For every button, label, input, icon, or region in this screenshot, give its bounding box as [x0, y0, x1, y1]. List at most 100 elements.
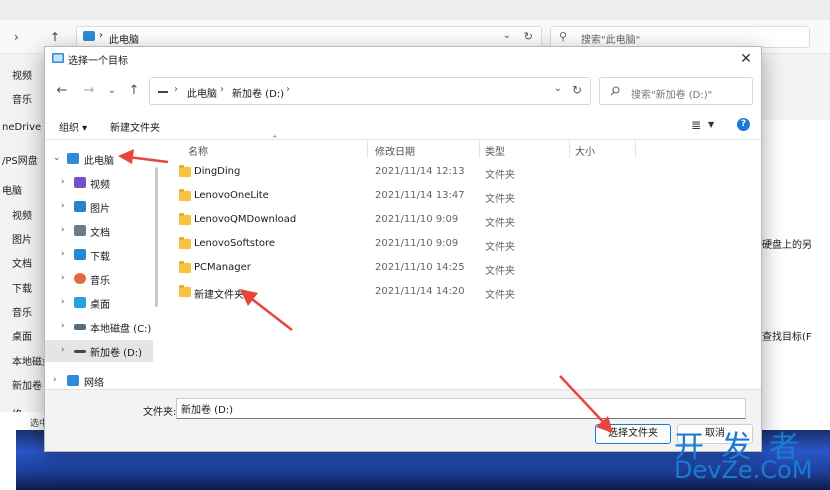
dialog-title-bar[interactable]: 选择一个目标 ✕: [45, 47, 761, 71]
view-options-icon[interactable]: ≣: [691, 118, 701, 132]
tree-item-documents[interactable]: › 文档: [45, 220, 153, 242]
address-chevron-down-icon[interactable]: ⌄: [554, 83, 562, 94]
refresh-icon[interactable]: ↻: [572, 83, 582, 97]
table-row[interactable]: 新建文件夹 2021/11/14 14:20 文件夹: [179, 282, 559, 304]
table-row[interactable]: LenovoQMDownload 2021/11/10 9:09 文件夹: [179, 210, 559, 232]
chevron-right-icon[interactable]: ›: [61, 225, 65, 235]
bg-sidebar-item[interactable]: 文档: [12, 255, 32, 270]
navigation-bar: ← → ⌄ ↑ › 此电脑 › 新加卷 (D:) › ⌄ ↻ 搜索"新加卷 (D…: [45, 75, 761, 107]
computer-icon: [67, 153, 79, 164]
organize-menu-button[interactable]: 组织 ▾: [59, 119, 87, 134]
table-row[interactable]: LenovoOneLite 2021/11/14 13:47 文件夹: [179, 186, 559, 208]
forward-arrow-icon[interactable]: →: [79, 81, 99, 101]
folder-icon: [179, 261, 191, 273]
bg-sidebar-item[interactable]: 电脑: [2, 182, 22, 197]
background-address-bar[interactable]: › 此电脑 ⌄ ↻: [76, 26, 542, 48]
chevron-right-icon[interactable]: ›: [53, 375, 57, 385]
bg-up-icon[interactable]: ↑: [50, 30, 60, 44]
breadcrumb-item[interactable]: 新加卷 (D:): [232, 85, 284, 100]
breadcrumb-separator: ›: [174, 84, 178, 95]
select-folder-dialog: 选择一个目标 ✕ ← → ⌄ ↑ › 此电脑 › 新加卷 (D:) › ⌄ ↻ …: [44, 46, 762, 452]
tree-item-volume-d[interactable]: › 新加卷 (D:): [45, 340, 153, 362]
column-divider[interactable]: [479, 140, 480, 158]
chevron-right-icon[interactable]: ›: [61, 177, 65, 187]
breadcrumb-item[interactable]: 此电脑: [187, 85, 217, 100]
tree-item-videos[interactable]: › 视频: [45, 172, 153, 194]
bg-back-icon[interactable]: ›: [14, 30, 19, 44]
tree-item-local-disk-c[interactable]: › 本地磁盘 (C:): [45, 316, 153, 338]
view-chevron-down-icon[interactable]: ▼: [708, 120, 714, 129]
tree-item-desktop[interactable]: › 桌面: [45, 292, 153, 314]
column-header-modified[interactable]: 修改日期: [375, 143, 415, 158]
bg-sidebar-item[interactable]: neDrive: [2, 122, 41, 133]
table-row[interactable]: DingDing 2021/11/14 12:13 文件夹: [179, 162, 559, 184]
search-box[interactable]: 搜索"新加卷 (D:)": [599, 77, 753, 105]
table-row[interactable]: PCManager 2021/11/10 14:25 文件夹: [179, 258, 559, 280]
up-arrow-icon[interactable]: ↑: [124, 81, 144, 101]
chevron-right-icon[interactable]: ›: [61, 321, 65, 331]
help-icon[interactable]: ?: [737, 118, 750, 131]
address-bar[interactable]: › 此电脑 › 新加卷 (D:) › ⌄ ↻: [149, 77, 591, 105]
table-row[interactable]: LenovoSoftstore 2021/11/10 9:09 文件夹: [179, 234, 559, 256]
chevron-down-icon[interactable]: ⌄: [53, 153, 61, 163]
column-header-size[interactable]: 大小: [575, 143, 595, 158]
folder-icon: [179, 213, 191, 225]
folder-name-input[interactable]: [176, 398, 746, 419]
folder-picker-icon: [52, 53, 64, 63]
file-name: LenovoOneLite: [194, 190, 269, 201]
file-type: 文件夹: [485, 242, 515, 253]
bg-search-icon: ⚲: [559, 30, 568, 43]
folder-icon: [179, 237, 191, 249]
file-type: 文件夹: [485, 218, 515, 229]
chevron-right-icon[interactable]: ›: [61, 201, 65, 211]
folder-icon: [179, 285, 191, 297]
chevron-right-icon[interactable]: ›: [61, 345, 65, 355]
tree-label: 此电脑: [84, 156, 114, 167]
bg-search-placeholder: 搜索"此电脑": [581, 35, 641, 46]
desktop-icon: [74, 297, 86, 308]
tree-label: 文档: [90, 228, 110, 239]
column-header-name[interactable]: 名称: [188, 143, 208, 158]
chevron-right-icon[interactable]: ›: [61, 249, 65, 259]
bg-refresh-icon[interactable]: ↻: [524, 30, 533, 43]
drive-d-icon: [74, 350, 86, 353]
tree-label: 音乐: [90, 276, 110, 287]
network-icon: [67, 375, 79, 386]
select-folder-button[interactable]: 选择文件夹: [595, 424, 671, 444]
bg-sidebar-item[interactable]: 视频: [12, 207, 32, 222]
search-placeholder: 搜索"新加卷 (D:)": [631, 90, 713, 101]
chevron-right-icon[interactable]: ›: [61, 297, 65, 307]
column-divider[interactable]: [569, 140, 570, 158]
bg-sidebar-item[interactable]: 下载: [12, 280, 32, 295]
bg-right-text[interactable]: 查找目标(F: [762, 328, 812, 343]
tree-item-downloads[interactable]: › 下载: [45, 244, 153, 266]
bg-sidebar-item[interactable]: 音乐: [12, 91, 32, 106]
file-name: PCManager: [194, 262, 251, 273]
background-right-pane: 硬盘上的另 查找目标(F: [760, 120, 830, 420]
close-button[interactable]: ✕: [735, 49, 757, 69]
bg-sidebar-item[interactable]: /PS网盘: [2, 152, 38, 167]
bg-sidebar-item[interactable]: 音乐: [12, 304, 32, 319]
tree-item-this-pc[interactable]: ⌄ 此电脑: [45, 148, 153, 170]
bg-sidebar-item[interactable]: 图片: [12, 231, 32, 246]
back-arrow-icon[interactable]: ←: [52, 81, 72, 101]
chevron-right-icon[interactable]: ›: [61, 273, 65, 283]
bg-address-crumb: 此电脑: [109, 35, 139, 46]
folder-icon: [179, 165, 191, 177]
new-folder-button[interactable]: 新建文件夹: [110, 119, 160, 134]
bg-chevron-down-icon[interactable]: ⌄: [503, 30, 511, 41]
tree-label: 图片: [90, 204, 110, 215]
background-search-box[interactable]: ⚲ 搜索"此电脑": [550, 26, 810, 48]
file-name: LenovoQMDownload: [194, 214, 297, 225]
navigation-pane: ⌄ 此电脑 › 视频 › 图片 › 文档 › 下载 › 音乐 › 桌面 › 本地…: [45, 140, 155, 389]
recent-chevron-icon[interactable]: ⌄: [102, 81, 122, 101]
column-divider[interactable]: [635, 140, 636, 158]
column-divider[interactable]: [367, 140, 368, 158]
tree-item-pictures[interactable]: › 图片: [45, 196, 153, 218]
download-icon: [74, 249, 86, 260]
bg-sidebar-item[interactable]: 桌面: [12, 328, 32, 343]
navigation-scrollbar[interactable]: [155, 167, 158, 307]
bg-sidebar-item[interactable]: 视频: [12, 67, 32, 82]
column-header-type[interactable]: 类型: [485, 143, 505, 158]
tree-item-music[interactable]: › 音乐: [45, 268, 153, 290]
